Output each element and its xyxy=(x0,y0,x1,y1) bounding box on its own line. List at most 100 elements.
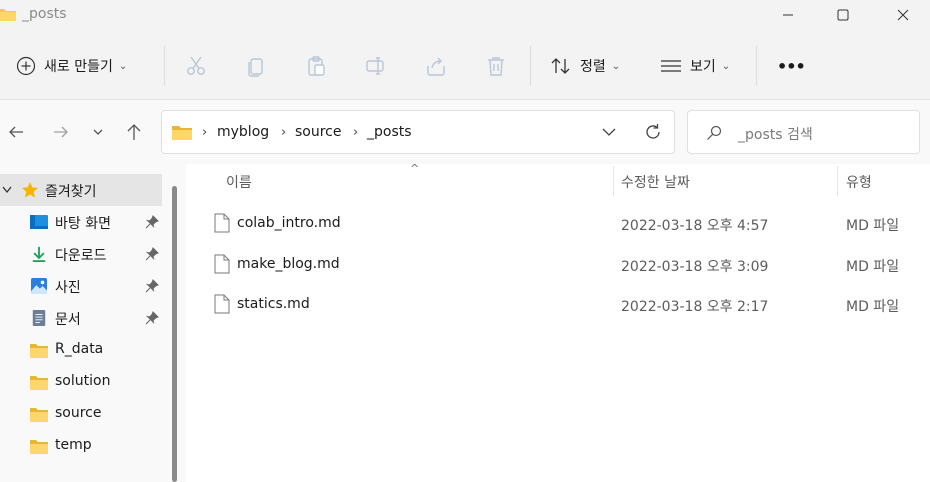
rename-icon[interactable] xyxy=(364,54,388,78)
pin-icon[interactable] xyxy=(145,247,159,261)
maximize-button[interactable] xyxy=(820,0,866,30)
view-button[interactable]: 보기 ⌄ xyxy=(660,32,730,100)
sidebar-item-label: 즐겨찾기 xyxy=(45,184,97,200)
delete-icon[interactable] xyxy=(484,54,508,78)
cut-icon[interactable] xyxy=(184,54,208,78)
sort-button[interactable]: 정렬 ⌄ xyxy=(550,32,620,100)
divider xyxy=(530,46,531,86)
file-modified: 2022-03-18 오후 2:17 xyxy=(621,299,769,315)
sidebar-item-label: solution xyxy=(55,373,111,389)
file-row[interactable]: colab_intro.md 2022-03-18 오후 4:57 MD 파일 xyxy=(186,204,930,244)
breadcrumb-source[interactable]: source xyxy=(295,124,342,140)
folder-icon xyxy=(30,408,48,422)
sort-ascending-icon: ^ xyxy=(410,162,420,175)
chevron-down-icon: ⌄ xyxy=(118,60,128,72)
column-header-modified[interactable]: 수정한 날짜 xyxy=(621,172,690,192)
sidebar-item-r-data[interactable]: R_data xyxy=(0,334,162,366)
minimize-icon xyxy=(783,14,793,16)
more-icon: ••• xyxy=(777,56,806,76)
sort-label: 정렬 xyxy=(580,59,606,75)
command-bar: 새로 만들기 ⌄ 정렬 ⌄ 보기 ⌄ ••• xyxy=(0,32,930,100)
navigation-bar: › myblog › source › _posts _posts 검색 xyxy=(0,100,930,164)
file-icon xyxy=(214,294,230,314)
sidebar-scrollbar[interactable] xyxy=(172,186,177,482)
forward-button[interactable] xyxy=(49,120,73,144)
file-name: statics.md xyxy=(237,296,310,312)
file-icon xyxy=(214,213,230,233)
file-modified: 2022-03-18 오후 3:09 xyxy=(621,259,769,275)
sidebar-item-source[interactable]: source xyxy=(0,398,162,430)
share-icon[interactable] xyxy=(424,54,448,78)
file-list: ^ 이름 수정한 날짜 유형 colab_intro.md 2022-03-18… xyxy=(186,162,930,482)
recent-locations-button[interactable] xyxy=(86,120,110,144)
view-label: 보기 xyxy=(690,59,716,75)
sidebar-item-label: source xyxy=(55,405,102,421)
sidebar-item-downloads[interactable]: 다운로드 xyxy=(0,238,162,270)
file-row[interactable]: statics.md 2022-03-18 오후 2:17 MD 파일 xyxy=(186,285,930,325)
download-icon xyxy=(32,246,46,262)
documents-icon xyxy=(32,310,46,326)
minimize-button[interactable] xyxy=(765,0,811,30)
sidebar-item-label: R_data xyxy=(55,341,104,357)
window-title: _posts xyxy=(22,6,67,22)
sidebar-item-solution[interactable]: solution xyxy=(0,366,162,398)
chevron-down-icon xyxy=(93,129,103,135)
plus-circle-icon xyxy=(16,56,36,76)
pin-icon[interactable] xyxy=(145,279,159,293)
address-bar[interactable]: › myblog › source › _posts xyxy=(161,110,675,154)
search-box[interactable]: _posts 검색 xyxy=(687,110,920,154)
folder-icon xyxy=(30,440,48,454)
column-header-name[interactable]: 이름 xyxy=(226,172,252,192)
sidebar-item-desktop[interactable]: 바탕 화면 xyxy=(0,206,162,238)
arrow-up-icon xyxy=(127,124,141,140)
file-explorer-window: _posts 새로 만들기 ⌄ 정렬 ⌄ 보기 ⌄ ••• › myblog ›… xyxy=(0,0,930,482)
desktop-icon xyxy=(30,215,48,229)
file-row[interactable]: make_blog.md 2022-03-18 오후 3:09 MD 파일 xyxy=(186,245,930,285)
sidebar-item-quick-access[interactable]: 즐겨찾기 xyxy=(0,174,162,206)
sidebar-item-label: 문서 xyxy=(55,312,81,328)
search-icon xyxy=(707,125,722,140)
arrow-left-icon xyxy=(9,126,23,138)
pin-icon[interactable] xyxy=(145,215,159,229)
sidebar-item-label: 바탕 화면 xyxy=(55,216,111,232)
sidebar-item-documents[interactable]: 문서 xyxy=(0,302,162,334)
breadcrumb-chevron-icon: › xyxy=(353,125,359,140)
back-button[interactable] xyxy=(4,120,28,144)
star-icon xyxy=(22,182,38,198)
chevron-down-icon: ⌄ xyxy=(611,60,621,72)
folder-icon xyxy=(0,9,16,21)
breadcrumb-myblog[interactable]: myblog xyxy=(217,124,269,140)
sidebar-item-pictures[interactable]: 사진 xyxy=(0,270,162,302)
column-header-type[interactable]: 유형 xyxy=(846,172,872,192)
divider xyxy=(164,46,165,86)
file-type: MD 파일 xyxy=(846,299,900,315)
navigation-pane: 즐겨찾기 바탕 화면 다운로드 사진 문서 R_data solution so… xyxy=(0,164,186,482)
column-divider[interactable] xyxy=(613,166,614,196)
new-button[interactable]: 새로 만들기 ⌄ xyxy=(16,32,127,100)
new-label: 새로 만들기 xyxy=(44,59,113,75)
pin-icon[interactable] xyxy=(145,311,159,325)
folder-icon xyxy=(172,126,192,140)
copy-icon[interactable] xyxy=(244,54,268,78)
title-bar: _posts xyxy=(0,0,930,32)
file-modified: 2022-03-18 오후 4:57 xyxy=(621,218,769,234)
file-type: MD 파일 xyxy=(846,218,900,234)
file-icon xyxy=(214,254,230,274)
view-list-icon xyxy=(661,60,681,72)
up-button[interactable] xyxy=(122,120,146,144)
close-button[interactable] xyxy=(880,0,926,30)
sidebar-item-label: 사진 xyxy=(55,280,81,296)
breadcrumb-posts[interactable]: _posts xyxy=(367,124,412,140)
pictures-icon xyxy=(31,278,47,294)
paste-icon[interactable] xyxy=(304,54,328,78)
file-name: colab_intro.md xyxy=(237,215,341,231)
column-divider[interactable] xyxy=(837,166,838,196)
chevron-down-icon[interactable] xyxy=(602,127,616,137)
refresh-icon[interactable] xyxy=(643,122,663,142)
more-options-button[interactable]: ••• xyxy=(777,32,806,100)
sort-icon xyxy=(551,58,570,74)
sidebar-item-temp[interactable]: temp xyxy=(0,430,162,462)
chevron-down-icon[interactable] xyxy=(2,185,12,195)
file-name: make_blog.md xyxy=(237,256,340,272)
divider xyxy=(756,46,757,86)
